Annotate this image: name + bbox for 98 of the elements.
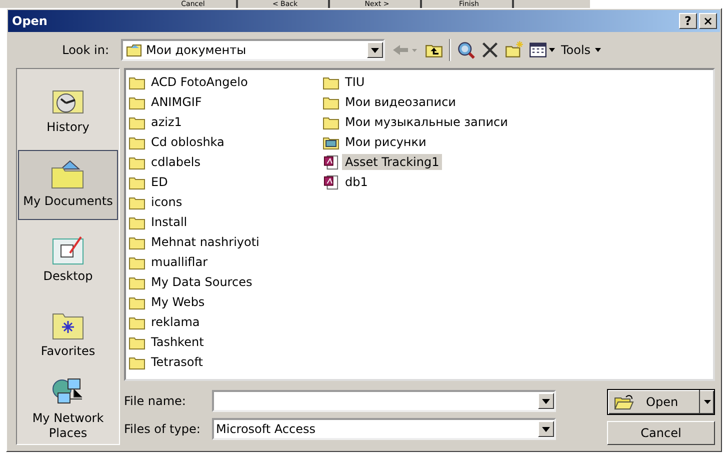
- look-in-label: Look in:: [61, 43, 110, 57]
- file-item[interactable]: Cd obloshka: [129, 132, 323, 152]
- search-web-icon[interactable]: [457, 41, 475, 59]
- folder-icon: [129, 274, 145, 290]
- file-name-label: File name:: [124, 394, 187, 408]
- places-label: My Network Places: [31, 410, 105, 441]
- folder-icon: [129, 354, 145, 370]
- file-item[interactable]: icons: [129, 192, 323, 212]
- folder-icon: [129, 114, 145, 130]
- file-type-label: Files of type:: [124, 422, 202, 436]
- folder-icon: [323, 114, 339, 130]
- desktop-icon: [50, 234, 86, 265]
- file-item[interactable]: ANIMGIF: [129, 92, 323, 112]
- file-name: Tetrasoft: [150, 354, 204, 370]
- file-name: ANIMGIF: [150, 94, 203, 110]
- file-name: icons: [150, 194, 184, 210]
- file-name: reklama: [150, 314, 201, 330]
- folder-icon: [129, 194, 145, 210]
- folder-icon: [129, 334, 145, 350]
- places-item[interactable]: Desktop: [18, 224, 118, 295]
- cancel-button[interactable]: Cancel: [607, 421, 715, 445]
- file-name: Мои видеозаписи: [344, 94, 457, 110]
- file-item[interactable]: Tashkent: [129, 332, 323, 352]
- file-item[interactable]: Tetrasoft: [129, 352, 323, 372]
- folder-icon: [323, 94, 339, 110]
- file-item[interactable]: mualliflar: [129, 252, 323, 272]
- file-name: Install: [150, 214, 188, 230]
- file-item[interactable]: Мои музыкальные записи: [323, 112, 623, 132]
- file-item[interactable]: aziz1: [129, 112, 323, 132]
- file-item[interactable]: cdlabels: [129, 152, 323, 172]
- file-name: ED: [150, 174, 169, 190]
- folder-icon: [129, 134, 145, 150]
- file-item[interactable]: Мои рисунки: [323, 132, 623, 152]
- file-name-field[interactable]: [212, 390, 556, 412]
- caret-icon: [594, 48, 601, 52]
- file-name: My Webs: [150, 294, 206, 310]
- open-folder-icon: [614, 394, 634, 410]
- file-item[interactable]: reklama: [129, 312, 323, 332]
- views-icon[interactable]: [529, 41, 547, 59]
- places-label: Desktop: [43, 268, 93, 284]
- file-name: aziz1: [150, 114, 183, 130]
- tools-menu-button[interactable]: Tools: [561, 43, 601, 57]
- look-in-dropdown[interactable]: Мои документы: [121, 39, 385, 61]
- pictures-folder-icon: [323, 134, 339, 150]
- places-item[interactable]: Favorites: [18, 298, 118, 370]
- file-item[interactable]: ACD FotoAngelo: [129, 72, 323, 92]
- file-name: Мои музыкальные записи: [344, 114, 509, 130]
- file-name: ACD FotoAngelo: [150, 74, 249, 90]
- file-name: TIU: [344, 74, 366, 90]
- places-label: Favorites: [40, 344, 96, 359]
- documents-folder-icon: [50, 160, 86, 190]
- new-folder-icon[interactable]: [505, 41, 523, 59]
- caret-icon[interactable]: [549, 48, 555, 52]
- folder-icon: [129, 214, 145, 230]
- file-name: mualliflar: [150, 254, 208, 270]
- file-name: db1: [344, 174, 369, 190]
- documents-folder-icon: [126, 42, 142, 58]
- file-name: Cd obloshka: [150, 134, 226, 150]
- file-item[interactable]: My Data Sources: [129, 272, 323, 292]
- file-name: Asset Tracking1: [342, 154, 442, 170]
- close-button[interactable]: ×: [699, 13, 717, 29]
- window-title: Open: [12, 14, 48, 28]
- file-item[interactable]: Install: [129, 212, 323, 232]
- folder-icon: [129, 294, 145, 310]
- file-item[interactable]: db1: [323, 172, 623, 192]
- places-item[interactable]: My Documents: [18, 150, 118, 220]
- places-label: My Documents: [23, 194, 113, 210]
- places-item[interactable]: History: [18, 75, 118, 146]
- folder-icon: [129, 94, 145, 110]
- folder-icon: [129, 174, 145, 190]
- file-item[interactable]: Мои видеозаписи: [323, 92, 623, 112]
- file-name: cdlabels: [150, 154, 202, 170]
- folder-icon: [323, 74, 339, 90]
- caret-icon[interactable]: [704, 400, 710, 404]
- folder-icon: [129, 234, 145, 250]
- open-button[interactable]: Open: [607, 389, 715, 415]
- places-label: History: [46, 120, 90, 135]
- database-file-icon: [323, 174, 339, 190]
- file-item[interactable]: My Webs: [129, 292, 323, 312]
- folder-icon: [129, 154, 145, 170]
- file-item[interactable]: TIU: [323, 72, 623, 92]
- file-item[interactable]: Asset Tracking1: [323, 152, 623, 172]
- file-name: Tashkent: [150, 334, 205, 350]
- look-in-value: Мои документы: [146, 43, 248, 57]
- database-file-icon: [323, 154, 339, 170]
- folder-icon: [129, 314, 145, 330]
- delete-icon[interactable]: [481, 41, 499, 59]
- file-type-value: Microsoft Access: [216, 422, 317, 436]
- file-type-dropdown[interactable]: Microsoft Access: [212, 418, 556, 440]
- file-name: Mehnat nashriyoti: [150, 234, 260, 250]
- folder-icon: [129, 254, 145, 270]
- file-item[interactable]: Mehnat nashriyoti: [129, 232, 323, 252]
- help-button[interactable]: ?: [679, 13, 697, 29]
- file-name: Мои рисунки: [344, 134, 428, 150]
- places-item[interactable]: My Network Places: [18, 373, 118, 444]
- file-name: My Data Sources: [150, 274, 254, 290]
- folder-icon: [129, 74, 145, 90]
- file-item[interactable]: ED: [129, 172, 323, 192]
